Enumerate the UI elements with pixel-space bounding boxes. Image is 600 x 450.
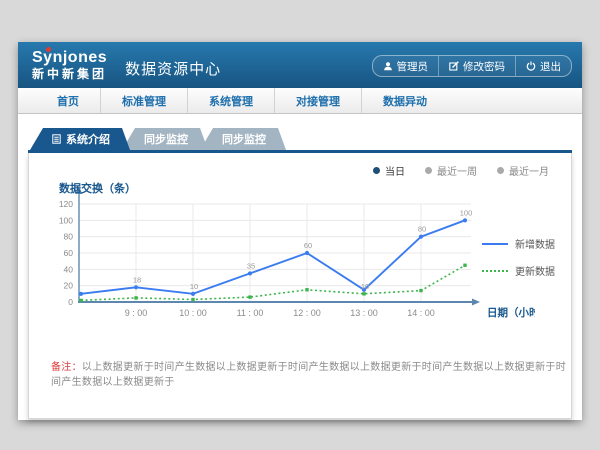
browser-page: Synjones 新中新集团 数据资源中心 管理员 (18, 42, 582, 420)
user-icon (383, 61, 393, 71)
document-icon (52, 134, 61, 144)
tab-system-intro-label: 系统介绍 (66, 131, 110, 147)
svg-text:10 : 00: 10 : 00 (179, 308, 207, 318)
user-toolbar: 管理员 修改密码 退出 (372, 55, 573, 77)
svg-text:60: 60 (64, 248, 74, 258)
svg-text:14 : 00: 14 : 00 (407, 308, 435, 318)
footnote: 备注：以上数据更新于时间产生数据以上数据更新于时间产生数据以上数据更新于时间产生… (51, 358, 571, 388)
legend-update-data-label: 更新数据 (515, 263, 555, 278)
edit-icon (449, 61, 459, 71)
admin-user-button[interactable]: 管理员 (373, 56, 439, 76)
app-header: Synjones 新中新集团 数据资源中心 管理员 (18, 42, 582, 88)
logout-label: 退出 (540, 59, 561, 74)
radio-today-label: 当日 (385, 163, 405, 178)
svg-text:80: 80 (64, 232, 74, 242)
svg-text:100: 100 (59, 215, 73, 225)
radio-last-week-label: 最近一周 (437, 163, 477, 178)
nav-item-system-mgmt[interactable]: 系统管理 (187, 88, 274, 113)
desktop-background: Synjones 新中新集团 数据资源中心 管理员 (0, 0, 600, 450)
svg-text:60: 60 (304, 241, 312, 250)
radio-last-month-dot-icon (497, 167, 504, 174)
legend-item-update-data[interactable]: 更新数据 (482, 263, 555, 278)
admin-user-label: 管理员 (397, 59, 429, 74)
svg-text:20: 20 (64, 281, 74, 291)
nav-item-data-change[interactable]: 数据异动 (361, 88, 448, 113)
nav-item-interface-mgmt[interactable]: 对接管理 (274, 88, 361, 113)
chart-panel: 当日 最近一周 最近一月 0 20 40 60 80 100 120 9 : 00 10 : 0… (28, 153, 572, 419)
tab-sync-monitor-2-label: 同步监控 (222, 131, 266, 147)
svg-text:13 : 00: 13 : 00 (350, 308, 378, 318)
tab-bar: 系统介绍 同步监控 同步监控 (28, 128, 572, 153)
logo-subtitle: 新中新集团 (32, 68, 107, 81)
legend-line-solid-icon (482, 243, 508, 245)
power-icon (526, 61, 536, 71)
radio-last-week-dot-icon (425, 167, 432, 174)
svg-text:9 : 00: 9 : 00 (125, 308, 148, 318)
page-title: 数据资源中心 (125, 58, 221, 79)
legend-line-dotted-icon (482, 270, 508, 272)
svg-text:0: 0 (68, 297, 73, 307)
radio-last-week[interactable]: 最近一周 (425, 163, 477, 178)
change-password-button[interactable]: 修改密码 (438, 56, 515, 76)
radio-today-dot-icon (373, 167, 380, 174)
radio-today[interactable]: 当日 (373, 163, 405, 178)
tab-system-intro[interactable]: 系统介绍 (30, 128, 130, 150)
radio-last-month-label: 最近一月 (509, 163, 549, 178)
footnote-text: 以上数据更新于时间产生数据以上数据更新于时间产生数据以上数据更新于时间产生数据以… (51, 362, 566, 388)
svg-text:12 : 00: 12 : 00 (293, 308, 321, 318)
range-filter-group: 当日 最近一周 最近一月 (29, 153, 571, 178)
svg-text:数据交换（条）: 数据交换（条） (59, 181, 136, 195)
line-chart: 0 20 40 60 80 100 120 9 : 00 10 : 00 11 : 00 12 : … (29, 180, 571, 332)
logo-red-dot-icon (46, 47, 51, 52)
tab-sync-monitor-1[interactable]: 同步监控 (122, 128, 208, 150)
logo-wordmark: Synjones (32, 50, 107, 67)
change-password-label: 修改密码 (463, 59, 505, 74)
svg-text:10: 10 (190, 282, 198, 291)
radio-last-month[interactable]: 最近一月 (497, 163, 549, 178)
svg-text:35: 35 (247, 261, 255, 270)
footnote-prefix: 备注： (51, 362, 82, 373)
svg-text:18: 18 (133, 275, 141, 284)
svg-text:日期（小时）: 日期（小时） (487, 306, 535, 319)
svg-text:11 : 00: 11 : 00 (237, 308, 264, 318)
tab-sync-monitor-2[interactable]: 同步监控 (200, 128, 286, 150)
svg-text:10: 10 (361, 282, 369, 291)
chart-legend: 新增数据 更新数据 (482, 236, 555, 278)
nav-item-standard-mgmt[interactable]: 标准管理 (100, 88, 187, 113)
nav-item-home[interactable]: 首页 (36, 88, 100, 113)
main-nav: 首页 标准管理 系统管理 对接管理 数据异动 (18, 88, 582, 114)
legend-new-data-label: 新增数据 (515, 236, 555, 251)
company-logo[interactable]: Synjones 新中新集团 (32, 50, 107, 80)
svg-text:120: 120 (59, 199, 73, 209)
svg-text:100: 100 (460, 208, 473, 217)
svg-text:80: 80 (418, 225, 426, 234)
tab-sync-monitor-1-label: 同步监控 (144, 131, 188, 147)
svg-text:40: 40 (64, 264, 74, 274)
chart-canvas: 0 20 40 60 80 100 120 9 : 00 10 : 00 11 : 00 12 : … (35, 180, 535, 332)
legend-item-new-data[interactable]: 新增数据 (482, 236, 555, 251)
logout-button[interactable]: 退出 (515, 56, 571, 76)
